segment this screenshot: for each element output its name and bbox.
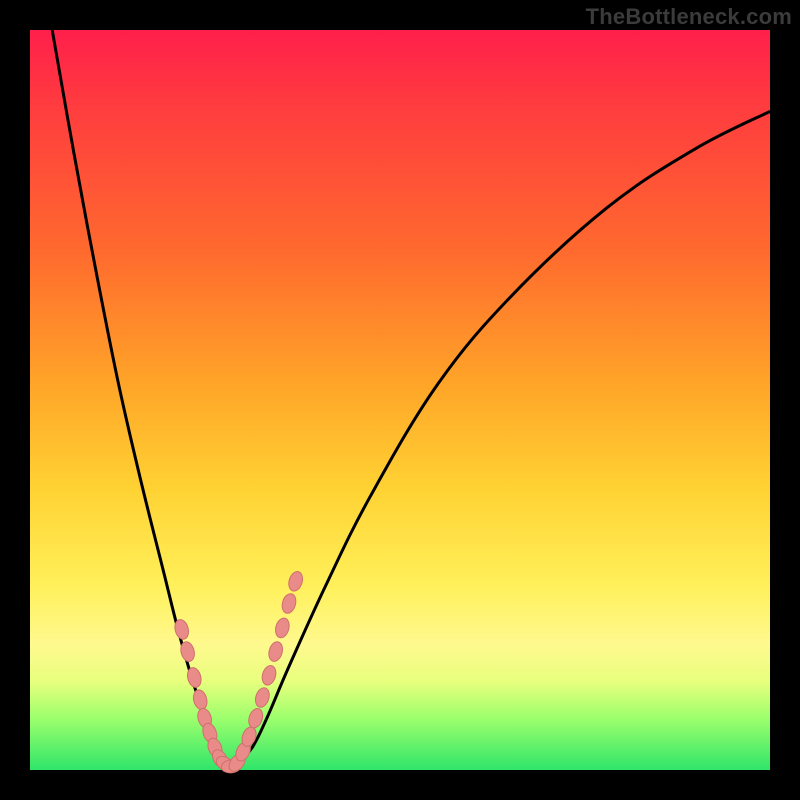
- curve-path: [52, 30, 770, 766]
- marker-dot: [260, 664, 278, 687]
- marker-dot: [253, 686, 271, 709]
- chart-stage: TheBottleneck.com: [0, 0, 800, 800]
- curve-svg: [30, 30, 770, 770]
- bottleneck-curve: [52, 30, 770, 766]
- marker-dot: [280, 592, 298, 615]
- marker-dot: [273, 617, 291, 640]
- watermark-text: TheBottleneck.com: [586, 4, 792, 30]
- marker-dot: [191, 688, 209, 711]
- marker-dot: [287, 570, 305, 593]
- marker-dot: [267, 640, 285, 663]
- plot-area: [30, 30, 770, 770]
